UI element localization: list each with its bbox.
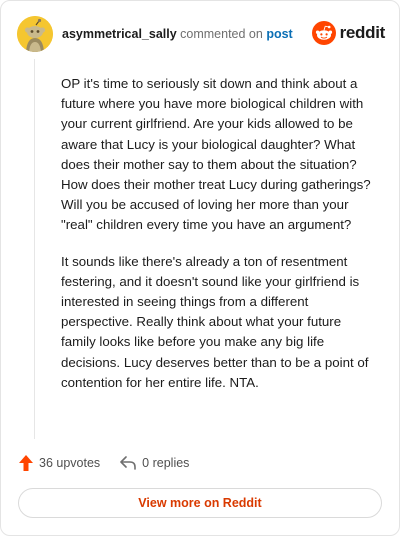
comment-paragraph-2: It sounds like there's already a ton of …	[61, 253, 369, 390]
replies-button[interactable]: 0 replies	[120, 456, 189, 470]
embedded-comment-card: asymmetrical_sally commented on post red…	[0, 0, 400, 536]
reply-arrow-icon	[120, 456, 142, 470]
upvote-button[interactable]: 36 upvotes	[19, 455, 100, 471]
replies-count: 0 replies	[142, 456, 190, 470]
upvotes-count: 36 upvotes	[39, 456, 101, 470]
reddit-logo-icon	[311, 21, 336, 45]
comment-header: asymmetrical_sally commented on post red…	[17, 16, 385, 52]
comment-paragraph-1: OP it's time to seriously sit down and t…	[61, 76, 371, 233]
reddit-logo[interactable]: reddit	[311, 20, 386, 46]
comment-actions: 36 upvotes 0 replies	[19, 453, 209, 473]
view-more-on-reddit-button[interactable]: View more on Reddit	[18, 488, 382, 518]
author-line: asymmetrical_sally commented on post	[62, 27, 293, 41]
username-link[interactable]: asymmetrical_sally	[62, 27, 177, 41]
post-link[interactable]: post	[266, 27, 292, 41]
upvote-arrow-icon	[19, 455, 39, 471]
snoo-avatar-icon[interactable]	[17, 16, 53, 52]
reddit-wordmark: reddit	[339, 23, 386, 42]
comment-body: OP it's time to seriously sit down and t…	[61, 74, 371, 409]
commented-on-text: commented on	[180, 27, 263, 41]
thread-line	[34, 59, 35, 439]
